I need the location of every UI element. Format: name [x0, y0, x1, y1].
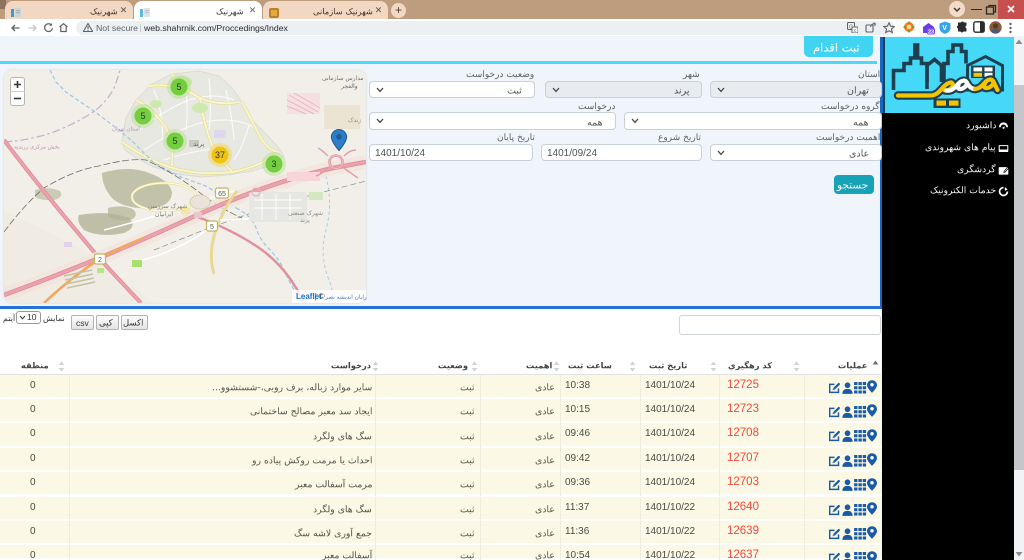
svg-text:5: 5	[140, 111, 145, 121]
svg-text:5: 5	[210, 224, 214, 231]
svg-text:3: 3	[271, 159, 276, 169]
svg-text:37: 37	[215, 150, 225, 160]
svg-text:V: V	[942, 25, 947, 32]
svg-text:5: 5	[172, 136, 177, 146]
svg-text:2: 2	[98, 257, 102, 264]
svg-text:5: 5	[176, 82, 181, 92]
svg-text:23: 23	[928, 29, 934, 35]
svg-text:65: 65	[218, 191, 226, 198]
